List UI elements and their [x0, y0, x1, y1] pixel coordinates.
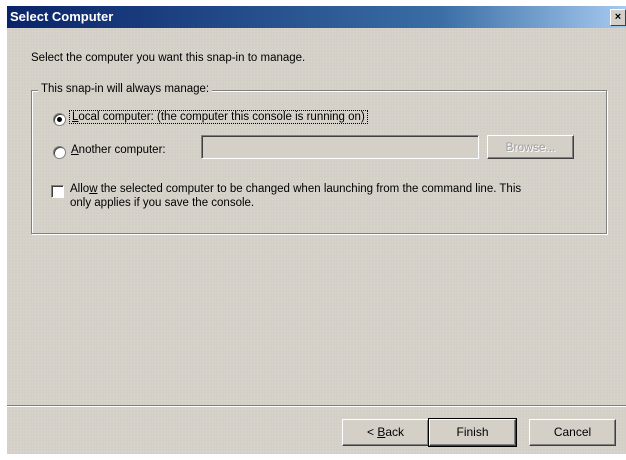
title-bar: Select Computer ×: [7, 6, 626, 28]
back-pre: <: [366, 425, 378, 439]
radio-selected-dot: [57, 117, 62, 122]
allow-line1-pre: Allo: [70, 183, 90, 195]
instruction-text: Select the computer you want this snap-i…: [31, 52, 306, 64]
local-computer-radio[interactable]: [53, 113, 66, 126]
allow-change-label[interactable]: Allow the selected computer to be change…: [70, 182, 521, 210]
button-separator: [7, 405, 626, 407]
allow-line1-post: the selected computer to be changed when…: [97, 183, 522, 195]
another-computer-input[interactable]: [201, 135, 479, 159]
browse-button[interactable]: Browse...: [487, 135, 574, 159]
local-computer-label[interactable]: Local computer: (the computer this conso…: [69, 110, 368, 124]
allow-line2: only applies if you save the console.: [70, 197, 255, 209]
back-post: ack: [385, 425, 405, 439]
dialog-title: Select Computer: [10, 9, 114, 24]
groupbox-legend: This snap-in will always manage:: [38, 83, 213, 95]
back-button[interactable]: < Back: [342, 419, 429, 446]
local-label-rest: ocal computer: (the computer this consol…: [78, 111, 365, 123]
cancel-button[interactable]: Cancel: [529, 419, 616, 446]
close-button[interactable]: ×: [610, 9, 626, 26]
another-label-rest: nother computer:: [78, 144, 166, 156]
close-icon: ×: [614, 11, 622, 23]
allow-accel: w: [89, 183, 98, 195]
allow-change-checkbox[interactable]: [51, 185, 64, 198]
another-computer-radio[interactable]: [53, 146, 66, 159]
another-accel: A: [71, 144, 79, 156]
another-computer-label[interactable]: Another computer:: [71, 144, 166, 156]
finish-button[interactable]: Finish: [428, 418, 517, 447]
